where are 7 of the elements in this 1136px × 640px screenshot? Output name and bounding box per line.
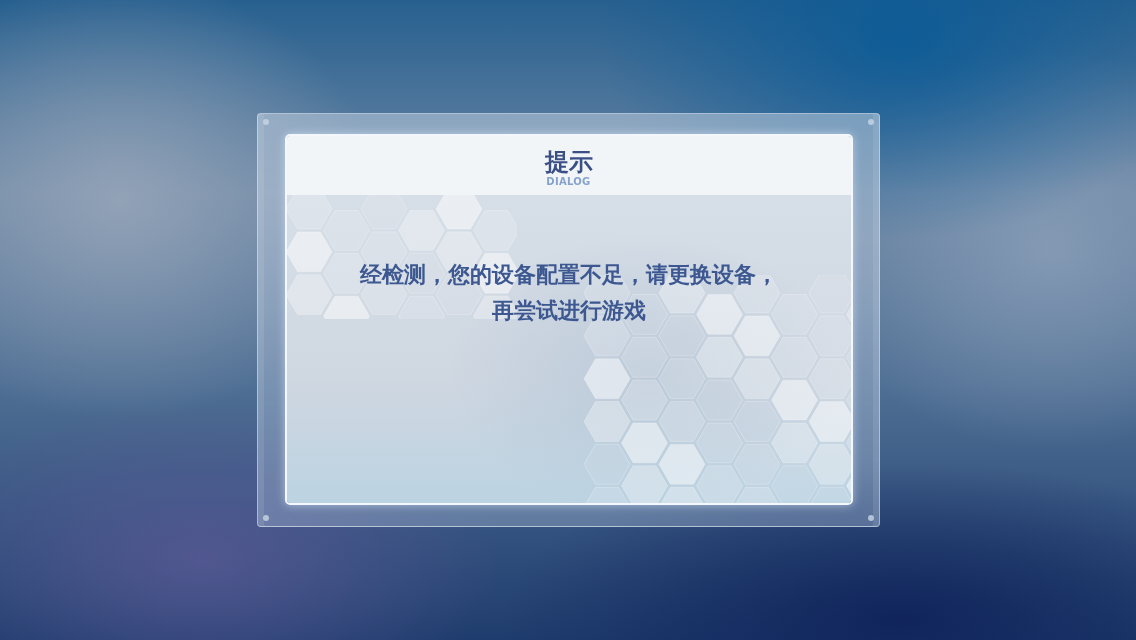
- dialog-title: 提示: [544, 147, 593, 176]
- dialog-message: 经检测，您的设备配置不足，请更换设备，再尝试进行游戏: [358, 261, 779, 325]
- dot-icon: [867, 515, 874, 521]
- dot-icon: [262, 515, 269, 521]
- dialog-subtitle: DIALOG: [546, 175, 591, 188]
- dot-icon: [262, 119, 269, 125]
- dot-icon: [867, 119, 874, 125]
